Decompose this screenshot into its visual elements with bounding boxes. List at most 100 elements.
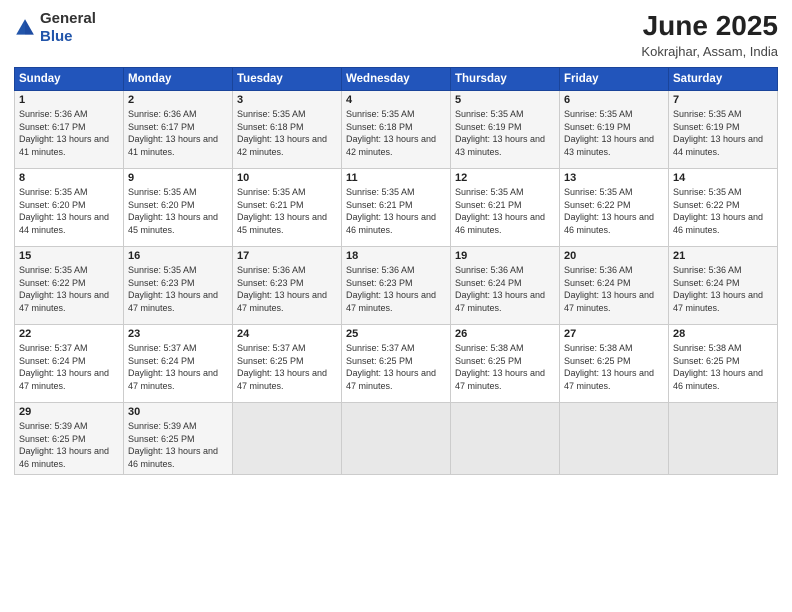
table-row: 18 Sunrise: 5:36 AMSunset: 6:23 PMDayligh… (342, 247, 451, 325)
table-row: 30 Sunrise: 5:39 AMSunset: 6:25 PMDayligh… (124, 403, 233, 475)
table-row: 25 Sunrise: 5:37 AMSunset: 6:25 PMDayligh… (342, 325, 451, 403)
table-row (560, 403, 669, 475)
col-tuesday: Tuesday (233, 68, 342, 91)
day-number: 28 (673, 328, 773, 340)
col-saturday: Saturday (669, 68, 778, 91)
table-row: 9 Sunrise: 5:35 AMSunset: 6:20 PMDaylight… (124, 169, 233, 247)
day-info: Sunrise: 5:35 AMSunset: 6:19 PMDaylight:… (455, 109, 545, 157)
day-number: 22 (19, 328, 119, 340)
day-info: Sunrise: 5:36 AMSunset: 6:17 PMDaylight:… (19, 109, 109, 157)
col-wednesday: Wednesday (342, 68, 451, 91)
col-thursday: Thursday (451, 68, 560, 91)
day-number: 9 (128, 172, 228, 184)
day-info: Sunrise: 5:35 AMSunset: 6:22 PMDaylight:… (564, 187, 654, 235)
day-number: 21 (673, 250, 773, 262)
table-row: 17Sunrise: 5:36 AMSunset: 6:23 PMDayligh… (233, 247, 342, 325)
day-info: Sunrise: 5:36 AMSunset: 6:24 PMDaylight:… (455, 265, 545, 313)
day-info: Sunrise: 5:35 AMSunset: 6:22 PMDaylight:… (673, 187, 763, 235)
day-info: Sunrise: 5:35 AMSunset: 6:19 PMDaylight:… (673, 109, 763, 157)
day-info: Sunrise: 6:36 AMSunset: 6:17 PMDaylight:… (128, 109, 218, 157)
day-number: 14 (673, 172, 773, 184)
col-monday: Monday (124, 68, 233, 91)
table-row: 11 Sunrise: 5:35 AMSunset: 6:21 PMDayligh… (342, 169, 451, 247)
table-row: 23Sunrise: 5:37 AMSunset: 6:24 PMDayligh… (124, 325, 233, 403)
day-number: 4 (346, 94, 446, 106)
day-number: 13 (564, 172, 664, 184)
day-number: 25 (346, 328, 446, 340)
day-info: Sunrise: 5:35 AMSunset: 6:21 PMDaylight:… (346, 187, 436, 235)
day-info: Sunrise: 5:36 AMSunset: 6:24 PMDaylight:… (564, 265, 654, 313)
day-number: 1 (19, 94, 119, 106)
logo-icon (14, 17, 36, 39)
table-row: 6 Sunrise: 5:35 AMSunset: 6:19 PMDaylight… (560, 91, 669, 169)
table-row: 16 Sunrise: 5:35 AMSunset: 6:23 PMDayligh… (124, 247, 233, 325)
table-row: 29Sunrise: 5:39 AMSunset: 6:25 PMDayligh… (15, 403, 124, 475)
day-number: 27 (564, 328, 664, 340)
day-info: Sunrise: 5:37 AMSunset: 6:25 PMDaylight:… (237, 343, 327, 391)
table-row: 28Sunrise: 5:38 AMSunset: 6:25 PMDayligh… (669, 325, 778, 403)
day-info: Sunrise: 5:39 AMSunset: 6:25 PMDaylight:… (19, 421, 109, 469)
day-number: 19 (455, 250, 555, 262)
table-row (669, 403, 778, 475)
day-info: Sunrise: 5:36 AMSunset: 6:24 PMDaylight:… (673, 265, 763, 313)
calendar-title: June 2025 (641, 10, 778, 42)
title-block: June 2025 Kokrajhar, Assam, India (641, 10, 778, 59)
day-info: Sunrise: 5:37 AMSunset: 6:24 PMDaylight:… (128, 343, 218, 391)
day-info: Sunrise: 5:36 AMSunset: 6:23 PMDaylight:… (237, 265, 327, 313)
table-row: 26 Sunrise: 5:38 AMSunset: 6:25 PMDayligh… (451, 325, 560, 403)
day-info: Sunrise: 5:35 AMSunset: 6:21 PMDaylight:… (455, 187, 545, 235)
table-row: 10Sunrise: 5:35 AMSunset: 6:21 PMDayligh… (233, 169, 342, 247)
calendar-week-row: 22 Sunrise: 5:37 AMSunset: 6:24 PMDayligh… (15, 325, 778, 403)
day-number: 10 (237, 172, 337, 184)
table-row: 3 Sunrise: 5:35 AMSunset: 6:18 PMDaylight… (233, 91, 342, 169)
calendar-table: Sunday Monday Tuesday Wednesday Thursday… (14, 67, 778, 475)
day-info: Sunrise: 5:35 AMSunset: 6:23 PMDaylight:… (128, 265, 218, 313)
table-row: 13 Sunrise: 5:35 AMSunset: 6:22 PMDayligh… (560, 169, 669, 247)
table-row: 21 Sunrise: 5:36 AMSunset: 6:24 PMDayligh… (669, 247, 778, 325)
day-number: 11 (346, 172, 446, 184)
day-number: 20 (564, 250, 664, 262)
table-row (342, 403, 451, 475)
day-info: Sunrise: 5:35 AMSunset: 6:19 PMDaylight:… (564, 109, 654, 157)
table-row: 20 Sunrise: 5:36 AMSunset: 6:24 PMDayligh… (560, 247, 669, 325)
day-number: 30 (128, 406, 228, 418)
table-row: 24Sunrise: 5:37 AMSunset: 6:25 PMDayligh… (233, 325, 342, 403)
table-row: 1 Sunrise: 5:36 AMSunset: 6:17 PMDaylight… (15, 91, 124, 169)
day-number: 15 (19, 250, 119, 262)
table-row (233, 403, 342, 475)
day-info: Sunrise: 5:35 AMSunset: 6:20 PMDaylight:… (128, 187, 218, 235)
day-info: Sunrise: 5:37 AMSunset: 6:24 PMDaylight:… (19, 343, 109, 391)
day-info: Sunrise: 5:39 AMSunset: 6:25 PMDaylight:… (128, 421, 218, 469)
day-number: 2 (128, 94, 228, 106)
day-number: 7 (673, 94, 773, 106)
col-friday: Friday (560, 68, 669, 91)
day-info: Sunrise: 5:35 AMSunset: 6:18 PMDaylight:… (346, 109, 436, 157)
table-row (451, 403, 560, 475)
day-number: 18 (346, 250, 446, 262)
table-row: 27 Sunrise: 5:38 AMSunset: 6:25 PMDayligh… (560, 325, 669, 403)
day-number: 16 (128, 250, 228, 262)
day-info: Sunrise: 5:38 AMSunset: 6:25 PMDaylight:… (455, 343, 545, 391)
day-info: Sunrise: 5:35 AMSunset: 6:22 PMDaylight:… (19, 265, 109, 313)
day-number: 3 (237, 94, 337, 106)
header: General Blue June 2025 Kokrajhar, Assam,… (14, 10, 778, 59)
logo: General Blue (14, 10, 96, 46)
table-row: 4 Sunrise: 5:35 AMSunset: 6:18 PMDaylight… (342, 91, 451, 169)
day-info: Sunrise: 5:35 AMSunset: 6:18 PMDaylight:… (237, 109, 327, 157)
table-row: 14 Sunrise: 5:35 AMSunset: 6:22 PMDayligh… (669, 169, 778, 247)
day-info: Sunrise: 5:35 AMSunset: 6:20 PMDaylight:… (19, 187, 109, 235)
table-row: 12Sunrise: 5:35 AMSunset: 6:21 PMDayligh… (451, 169, 560, 247)
day-number: 6 (564, 94, 664, 106)
calendar-week-row: 1 Sunrise: 5:36 AMSunset: 6:17 PMDaylight… (15, 91, 778, 169)
day-info: Sunrise: 5:36 AMSunset: 6:23 PMDaylight:… (346, 265, 436, 313)
table-row: 15 Sunrise: 5:35 AMSunset: 6:22 PMDayligh… (15, 247, 124, 325)
table-row: 7 Sunrise: 5:35 AMSunset: 6:19 PMDaylight… (669, 91, 778, 169)
day-info: Sunrise: 5:38 AMSunset: 6:25 PMDaylight:… (564, 343, 654, 391)
day-info: Sunrise: 5:37 AMSunset: 6:25 PMDaylight:… (346, 343, 436, 391)
table-row: 19 Sunrise: 5:36 AMSunset: 6:24 PMDayligh… (451, 247, 560, 325)
logo-blue: Blue (40, 28, 73, 45)
table-row: 5Sunrise: 5:35 AMSunset: 6:19 PMDaylight… (451, 91, 560, 169)
day-number: 26 (455, 328, 555, 340)
table-row: 2 Sunrise: 6:36 AMSunset: 6:17 PMDaylight… (124, 91, 233, 169)
table-row: 8Sunrise: 5:35 AMSunset: 6:20 PMDaylight… (15, 169, 124, 247)
